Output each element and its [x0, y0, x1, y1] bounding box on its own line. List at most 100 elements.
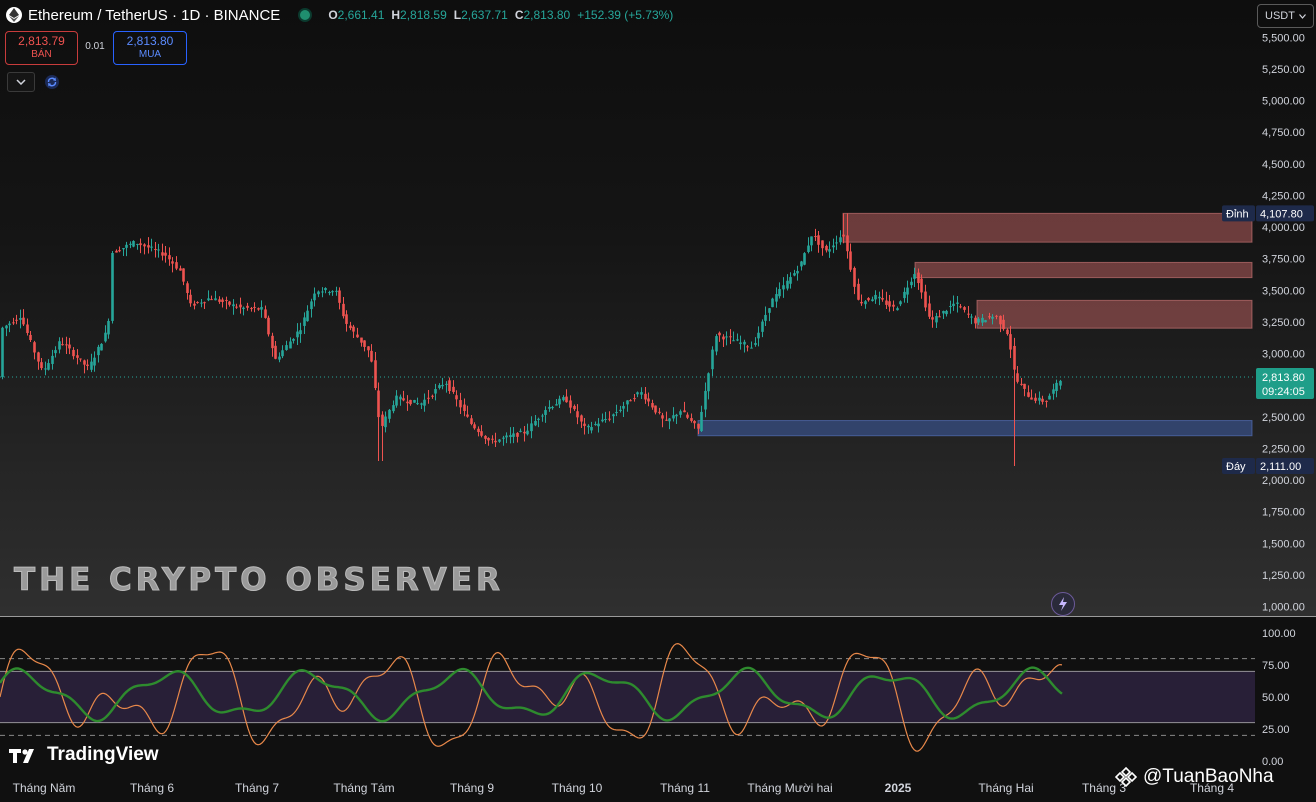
candle-body: [725, 336, 728, 338]
collapse-toggle[interactable]: [7, 72, 35, 92]
candle-body: [690, 418, 693, 421]
candle-body: [548, 406, 551, 409]
osc-band-fill: [0, 671, 1255, 723]
candle-body: [193, 303, 196, 306]
candle-body: [693, 420, 696, 424]
candle-body: [338, 290, 341, 303]
candle-body: [484, 435, 487, 439]
candle-body: [668, 418, 671, 422]
candle-body: [551, 406, 554, 409]
candle-body: [491, 438, 494, 440]
candle-body: [842, 234, 845, 237]
candle-body: [104, 332, 107, 342]
candle-body: [761, 321, 764, 332]
supply-zone: [976, 299, 1253, 329]
candle-body: [505, 435, 508, 438]
price-chart[interactable]: 5,500.00 5,250.00 5,000.00 4,750.00 4,500.00…: [0, 0, 1316, 617]
candle-body: [736, 339, 739, 341]
candle-body: [33, 342, 36, 353]
candle-body: [5, 325, 8, 329]
candle-body: [218, 299, 221, 302]
candle-body: [107, 320, 110, 335]
candle-body: [441, 384, 444, 387]
tradingview-logo[interactable]: TradingView: [9, 744, 159, 766]
currency-select[interactable]: USDT: [1257, 4, 1314, 28]
high-value: 2,818.59: [400, 8, 447, 22]
candle-body: [175, 262, 178, 269]
candle-body: [807, 245, 810, 252]
candle-body: [271, 335, 274, 349]
candle-body: [608, 418, 611, 420]
candle-body: [832, 245, 835, 248]
high-label-text: Đỉnh: [1226, 208, 1249, 220]
osc-tick-label: 25.00: [1262, 724, 1290, 736]
time-tick-label: Tháng 11: [660, 781, 710, 795]
candle-body: [672, 415, 675, 419]
candle-body: [775, 294, 778, 302]
candle-body: [782, 285, 785, 290]
ohlc-values: O2,661.41 H2,818.59 L2,637.71 C2,813.80 …: [328, 8, 674, 22]
candle-body: [494, 440, 497, 443]
candle-body: [1002, 319, 1005, 330]
candle-body: [530, 423, 533, 432]
candle-body: [722, 336, 725, 340]
candle-body: [658, 411, 661, 413]
candle-body: [924, 291, 927, 308]
candle-body: [636, 392, 639, 395]
candle-body: [903, 291, 906, 299]
candle-body: [573, 406, 576, 410]
price-axis[interactable]: 5,500.00 5,250.00 5,000.00 4,750.00 4,500.00…: [1262, 32, 1305, 613]
candle-body: [427, 397, 430, 399]
candle-body: [661, 415, 664, 419]
candle-body: [849, 251, 852, 270]
price-tick-label: 3,750.00: [1262, 254, 1305, 266]
buy-button[interactable]: 2,813.80 MUA: [113, 31, 187, 65]
market-status-icon[interactable]: [298, 8, 313, 22]
candle-body: [583, 423, 586, 426]
price-tick-label: 1,750.00: [1262, 507, 1305, 519]
candle-body: [796, 270, 799, 274]
candle-body: [235, 306, 238, 308]
candle-body: [949, 306, 952, 308]
candle-body: [168, 255, 171, 260]
candle-body: [654, 405, 657, 413]
candle-body: [828, 249, 831, 252]
brand-text: TradingView: [47, 744, 159, 765]
candle-body: [93, 357, 96, 366]
candle-body: [1, 327, 4, 378]
candle-body: [750, 347, 753, 349]
candle-body: [1016, 373, 1019, 382]
candle-body: [147, 245, 150, 248]
symbol-title[interactable]: Ethereum / TetherUS · 1D · BINANCE: [28, 7, 280, 24]
candle-body: [196, 302, 199, 304]
low-label-text: Đáy: [1226, 461, 1246, 473]
candle-body: [1020, 383, 1023, 385]
candle-body: [874, 294, 877, 300]
candle-body: [910, 281, 913, 286]
candle-body: [44, 368, 47, 370]
candle-body: [786, 280, 789, 289]
time-tick-label: Tháng Mười hai: [747, 781, 832, 795]
candle-body: [122, 248, 125, 250]
candle-body: [952, 303, 955, 307]
candle-body: [210, 299, 213, 301]
candle-body: [867, 298, 870, 301]
candle-body: [100, 343, 103, 351]
refresh-icon[interactable]: [44, 74, 60, 90]
candle-body: [420, 403, 423, 405]
candle-body: [363, 340, 366, 347]
time-tick-label: Tháng Năm: [13, 781, 76, 795]
price-tick-label: 4,750.00: [1262, 127, 1305, 139]
candle-body: [846, 235, 849, 252]
candle-body: [537, 418, 540, 420]
candle-body: [604, 419, 607, 421]
candle-body: [565, 396, 568, 403]
candle-body: [61, 344, 64, 346]
lightning-icon[interactable]: [1051, 592, 1075, 616]
candle-body: [356, 334, 359, 338]
sell-button[interactable]: 2,813.79 BÁN: [5, 31, 78, 65]
candle-body: [292, 338, 295, 341]
candle-body: [367, 346, 370, 351]
candle-body: [225, 299, 228, 301]
candle-body: [423, 399, 426, 406]
